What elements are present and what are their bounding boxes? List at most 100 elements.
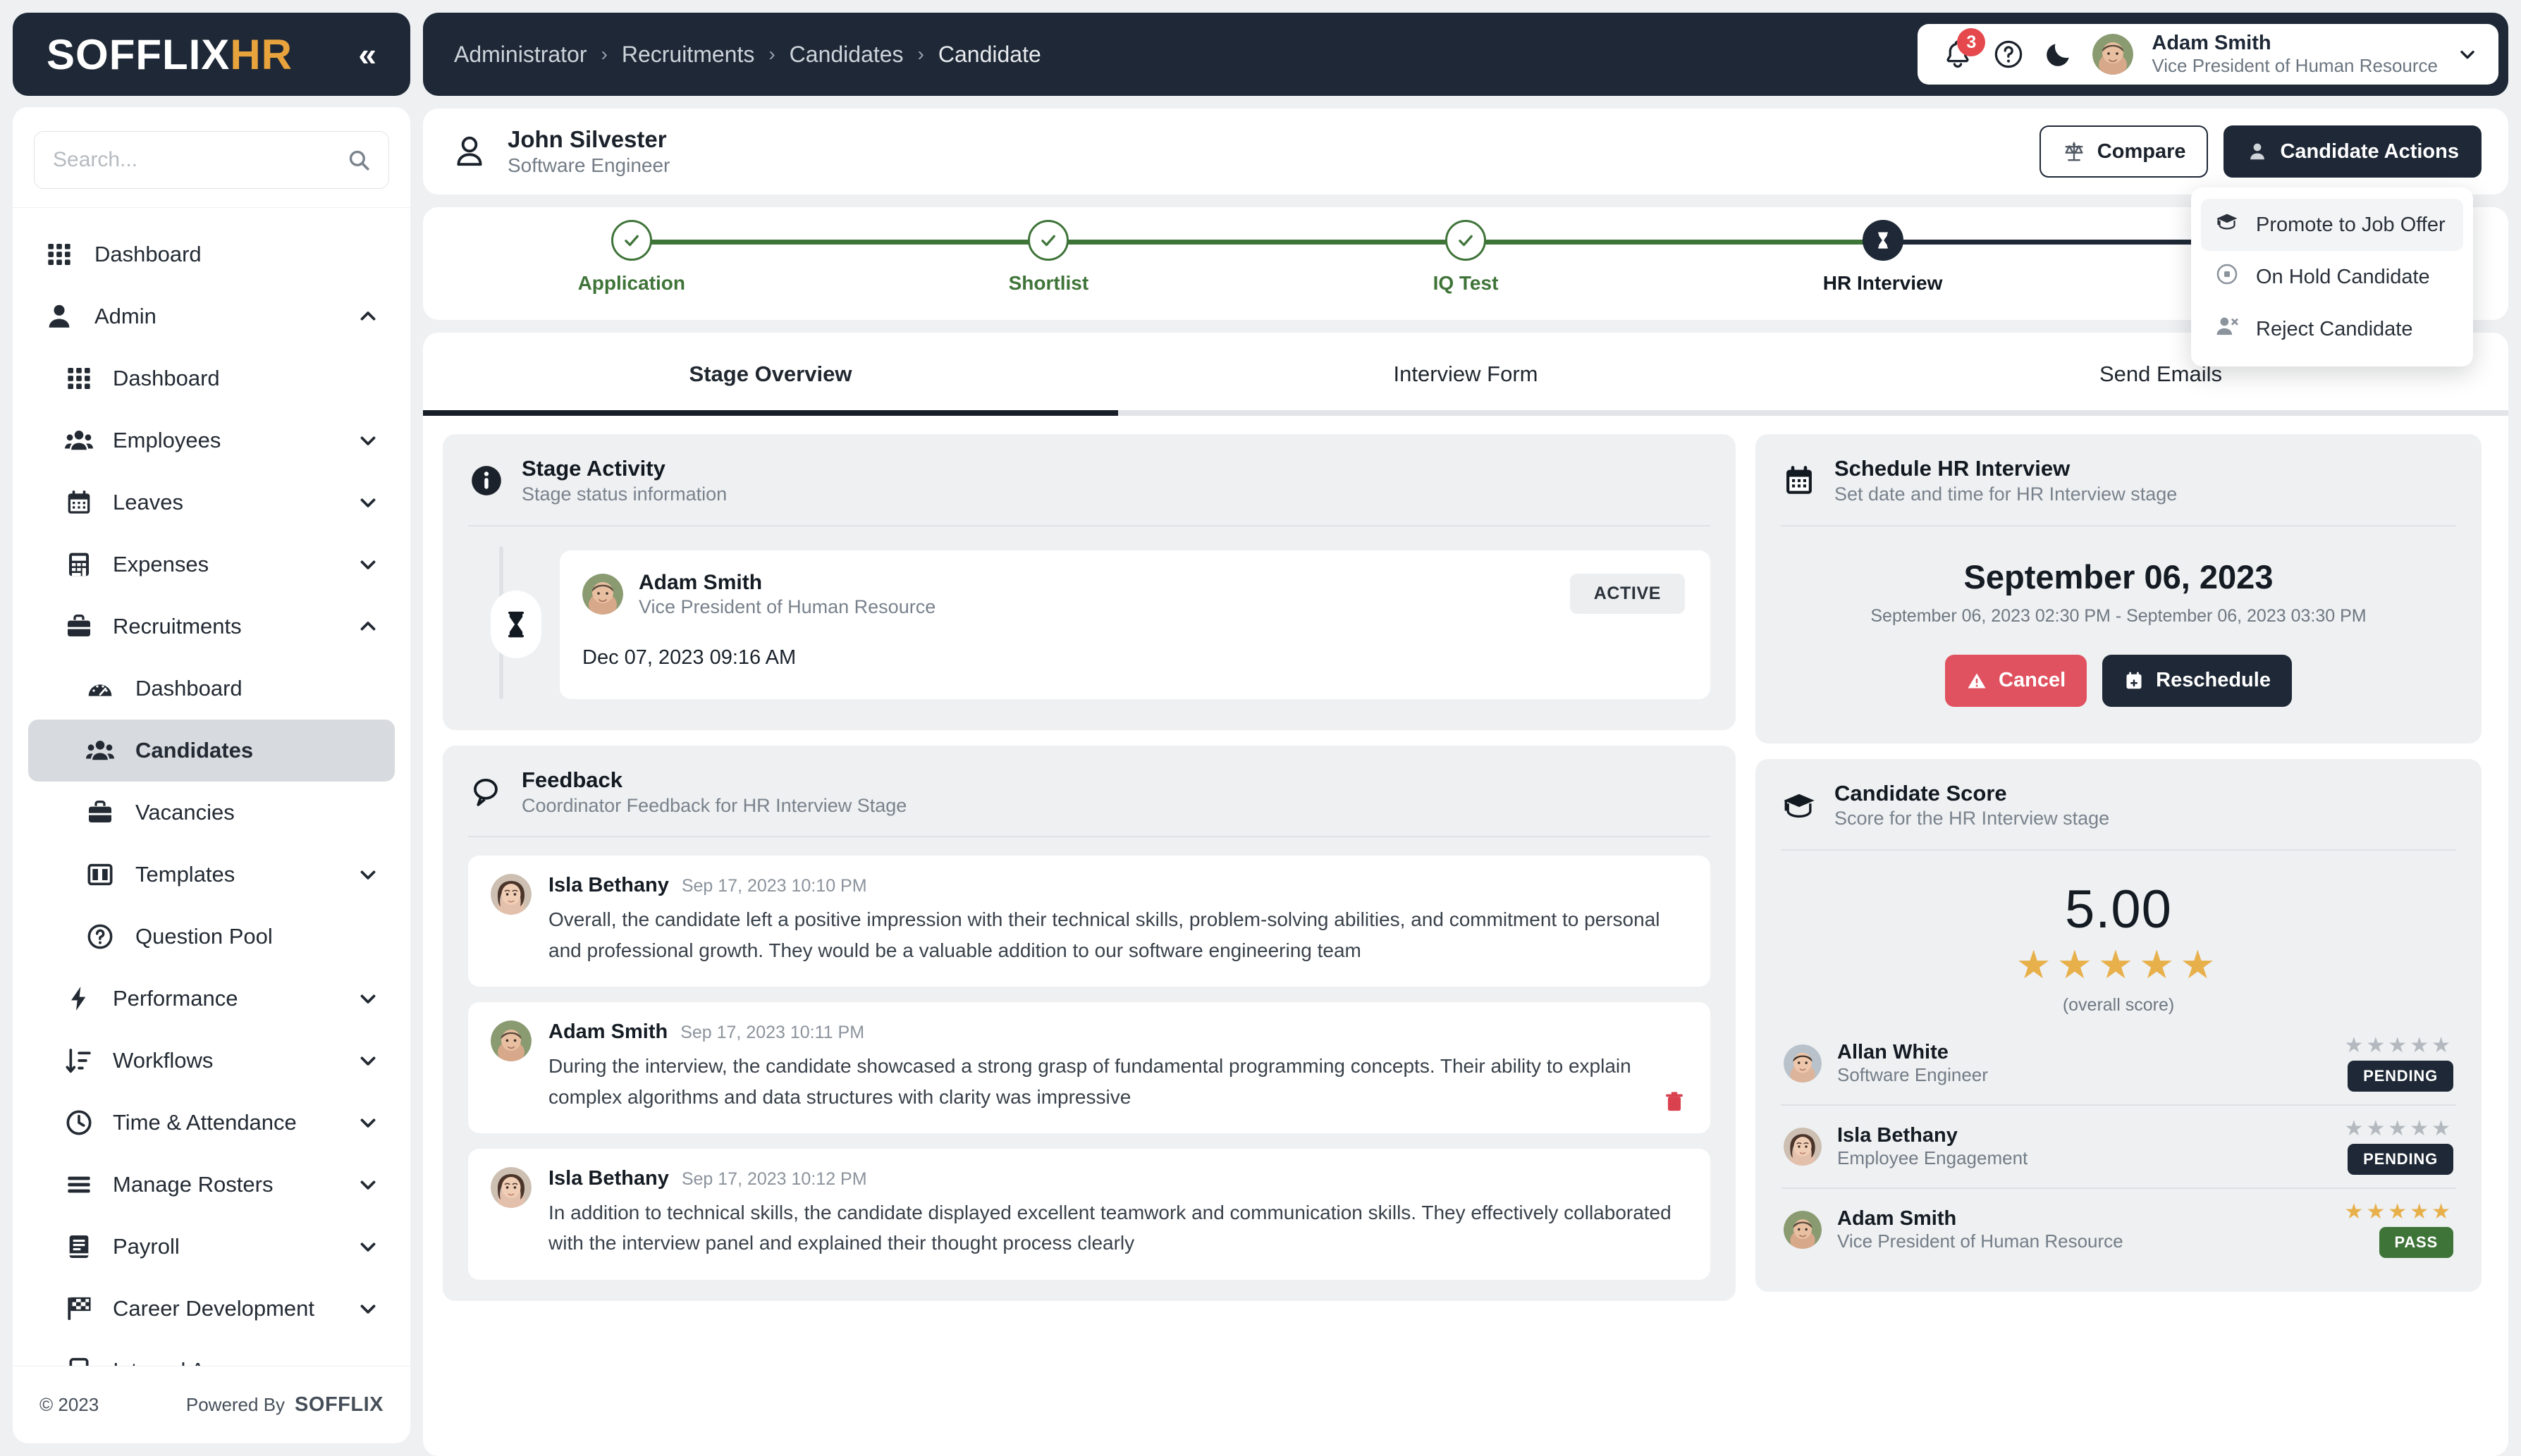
chevron-down-icon[interactable] <box>355 1111 381 1135</box>
user-menu[interactable]: 3 Adam Smith Vice President of Human Res… <box>1918 24 2498 85</box>
search-input[interactable] <box>34 131 389 189</box>
sidebar-item-templates[interactable]: Templates <box>28 844 395 906</box>
avatar <box>2092 34 2134 75</box>
sidebar-item-workflows[interactable]: Workflows <box>28 1030 395 1092</box>
stepper-step-hr-interview[interactable]: HR Interview <box>1674 207 2300 295</box>
sidebar-item-employees[interactable]: Employees <box>28 409 395 471</box>
stage-activity-timeline: Adam Smith Vice President of Human Resou… <box>468 526 1710 709</box>
avatar <box>1784 1127 1822 1166</box>
chevron-down-icon[interactable] <box>355 1359 381 1366</box>
warning-icon <box>1968 673 1986 688</box>
app-root: SOFFLIXHR « DashboardAdminDashboardEmplo… <box>0 0 2521 1456</box>
sidebar-item-question-pool[interactable]: Question Pool <box>28 906 395 968</box>
overall-score-value: 5.00 <box>2065 880 2172 939</box>
compare-label: Compare <box>2097 140 2186 163</box>
book-icon <box>63 1233 94 1261</box>
stepper-step-application[interactable]: Application <box>423 207 1049 295</box>
overall-score-stars: ★★★★★ <box>2016 942 2221 987</box>
sidebar-item-dashboard[interactable]: Dashboard <box>28 223 395 285</box>
powered-by-brand: SOFFLIX <box>295 1393 384 1416</box>
stepper-step-label: Application <box>577 272 686 294</box>
activity-author: Adam Smith <box>639 570 763 594</box>
rater-stars: ★★★★★ <box>2344 1116 2453 1140</box>
avatar <box>1784 1044 1822 1082</box>
breadcrumb-item[interactable]: Recruitments <box>622 42 755 68</box>
overall-score-caption: (overall score) <box>2062 994 2175 1015</box>
breadcrumb-item[interactable]: Candidates <box>790 42 904 68</box>
status-badge: PENDING <box>2348 1060 2453 1092</box>
breadcrumb-item[interactable]: Administrator <box>454 42 587 68</box>
sidebar-item-vacancies[interactable]: Vacancies <box>28 782 395 844</box>
sidebar-item-payroll[interactable]: Payroll <box>28 1216 395 1278</box>
notifications-button[interactable]: 3 <box>1942 28 1986 70</box>
tab-active-indicator <box>423 410 1118 416</box>
sidebar-item-career-development[interactable]: Career Development <box>28 1278 395 1340</box>
app-logo[interactable]: SOFFLIX HR <box>47 30 293 79</box>
sidebar-item-label: Manage Rosters <box>113 1171 274 1197</box>
schedule-actions: Cancel Reschedule <box>1781 654 2456 707</box>
cancel-button[interactable]: Cancel <box>1945 654 2087 707</box>
graduation-cap-icon <box>2215 210 2239 240</box>
sidebar-item-label: Payroll <box>113 1233 180 1259</box>
chevron-up-icon[interactable] <box>355 615 381 638</box>
stepper-step-shortlist[interactable]: Shortlist <box>840 207 1466 295</box>
sidebar-item-performance[interactable]: Performance <box>28 968 395 1030</box>
calendar-plus-icon <box>2126 672 2142 689</box>
menu-item-reject-candidate[interactable]: Reject Candidate <box>2201 303 2463 355</box>
chevron-down-icon[interactable] <box>355 428 381 452</box>
chevron-down-icon[interactable] <box>355 1297 381 1321</box>
sidebar-item-dashboard[interactable]: Dashboard <box>28 658 395 720</box>
main-area: Administrator › Recruitments › Candidates › Ca… <box>423 0 2521 1456</box>
reschedule-button[interactable]: Reschedule <box>2102 654 2292 707</box>
sidebar-item-candidates[interactable]: Candidates <box>28 719 395 782</box>
moon-icon[interactable] <box>2043 39 2074 70</box>
sidebar-item-expenses[interactable]: Expenses <box>28 533 395 596</box>
chevron-up-icon[interactable] <box>355 304 381 328</box>
stepper-node-icon <box>1028 220 1069 261</box>
schedule-subtitle: Set date and time for HR Interview stage <box>1834 483 2178 505</box>
stepper-step-label: Shortlist <box>1008 272 1089 294</box>
chevron-down-icon[interactable] <box>355 491 381 514</box>
menu-item-on-hold-candidate[interactable]: On Hold Candidate <box>2201 251 2463 303</box>
help-circle-icon[interactable] <box>1992 38 2025 70</box>
delete-feedback-icon[interactable] <box>1662 1090 1686 1118</box>
sidebar-item-manage-rosters[interactable]: Manage Rosters <box>28 1154 395 1216</box>
stage-panes: Stage Activity Stage status information <box>423 416 2508 1456</box>
info-circle-icon <box>468 463 505 498</box>
chevron-down-icon[interactable] <box>355 987 381 1011</box>
comment-icon <box>468 775 505 810</box>
chevron-down-icon[interactable] <box>355 1173 381 1197</box>
search-icon[interactable] <box>347 148 371 172</box>
sidebar-item-label: Candidates <box>135 737 254 763</box>
menu-item-promote-to-job-offer[interactable]: Promote to Job Offer <box>2201 199 2463 251</box>
chevron-down-icon[interactable] <box>355 553 381 576</box>
table-row: Adam Smith Vice President of Human Resou… <box>1781 1187 2456 1271</box>
tab-stage-overview[interactable]: Stage Overview <box>423 333 1118 416</box>
columns-icon <box>83 860 117 889</box>
sidebar-item-admin[interactable]: Admin <box>28 285 395 347</box>
candidate-actions-button[interactable]: Candidate Actions <box>2223 125 2482 178</box>
candidate-identity: John Silvester Software Engineer <box>451 125 670 177</box>
chevron-down-icon[interactable] <box>355 1049 381 1073</box>
chevron-down-icon[interactable] <box>2456 43 2479 66</box>
rater-role: Software Engineer <box>1837 1064 1988 1086</box>
feedback-item: Isla Bethany Sep 17, 2023 10:10 PM Overa… <box>468 856 1710 987</box>
sidebar-item-label: Templates <box>135 861 235 887</box>
feedback-author: Adam Smith <box>548 1020 668 1044</box>
sidebar-item-label: Dashboard <box>135 675 243 701</box>
status-badge: ACTIVE <box>1569 574 1685 615</box>
stepper-step-iq-test[interactable]: IQ Test <box>1257 207 1883 295</box>
chevron-down-icon[interactable] <box>355 1235 381 1259</box>
sidebar-item-time-attendance[interactable]: Time & Attendance <box>28 1092 395 1154</box>
sidebar-collapse-icon[interactable]: « <box>358 38 376 70</box>
candidate-header: John Silvester Software Engineer Compare <box>423 109 2508 366</box>
sidebar-item-internal-apps[interactable]: Internal Apps <box>28 1340 395 1366</box>
sidebar-item-dashboard[interactable]: Dashboard <box>28 347 395 409</box>
compare-button[interactable]: Compare <box>2039 125 2209 178</box>
sidebar-item-recruitments[interactable]: Recruitments <box>28 596 395 658</box>
chevron-down-icon[interactable] <box>355 863 381 887</box>
stage-activity-title: Stage Activity <box>522 456 665 481</box>
tab-interview-form[interactable]: Interview Form <box>1118 333 1813 416</box>
page-title: John Silvester <box>508 126 667 153</box>
sidebar-item-leaves[interactable]: Leaves <box>28 471 395 533</box>
